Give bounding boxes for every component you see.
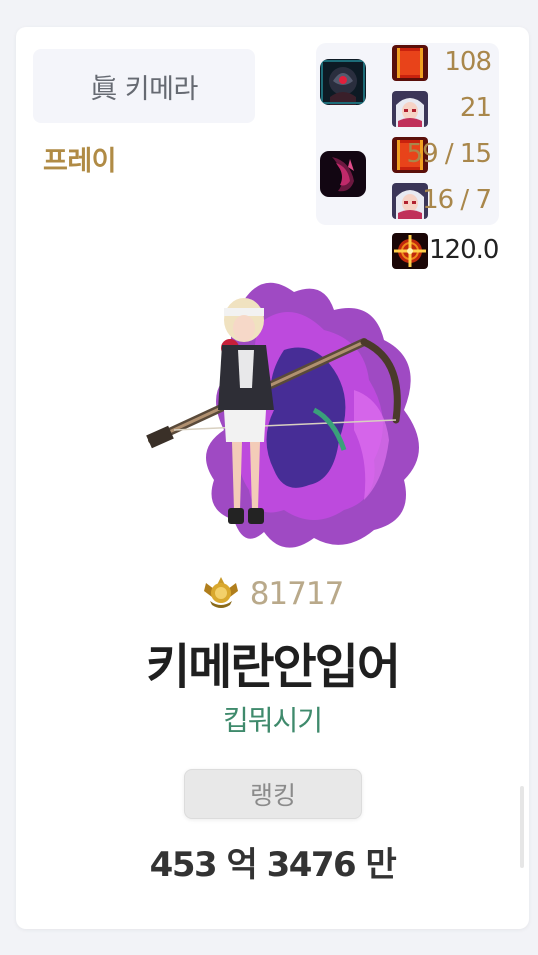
character-sprite	[134, 270, 434, 560]
character-card[interactable]: 眞 키메라 프레이 108 21 59 / 15 16 / 7 120.0 81…	[16, 27, 529, 929]
stat-value-1: 108	[444, 47, 492, 77]
stat-value-3: 59 / 15	[406, 139, 492, 169]
creature-icon	[320, 59, 366, 105]
fame-row: 81717	[16, 572, 529, 616]
stat-value-4: 16 / 7	[422, 185, 492, 215]
class-chip: 眞 키메라	[33, 49, 255, 123]
crosshair-icon	[392, 233, 428, 269]
ranking-button-label: 랭킹	[249, 781, 296, 810]
ranking-button[interactable]: 랭킹	[184, 769, 362, 819]
fame-value: 81717	[249, 576, 345, 612]
gear-panel: 108 21 59 / 15 16 / 7	[316, 43, 499, 225]
class-name: 眞 키메라	[90, 73, 198, 105]
aura-icon	[320, 151, 366, 197]
scrollbar[interactable]	[520, 786, 524, 868]
stat-value-5: 120.0	[429, 235, 499, 265]
stat-value-2: 21	[459, 93, 492, 123]
damage-value: 453 억 3476 만	[149, 845, 397, 885]
character-name: 키메란안입어	[146, 639, 401, 695]
guild-name[interactable]: 킵뭐시기	[16, 699, 529, 739]
fame-icon	[202, 575, 240, 613]
server-name: 프레이	[43, 146, 117, 177]
